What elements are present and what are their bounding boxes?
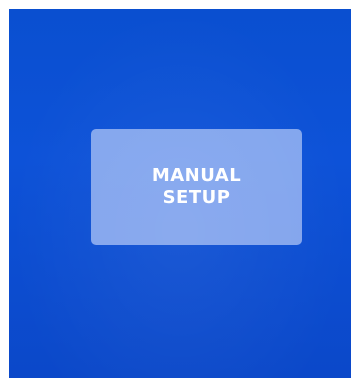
- manual-setup-label: MANUAL SETUP: [152, 165, 241, 209]
- manual-setup-button[interactable]: MANUAL SETUP: [91, 129, 302, 245]
- manual-setup-label-line2: SETUP: [162, 187, 231, 208]
- screen: MANUAL SETUP: [9, 9, 351, 378]
- manual-setup-label-line1: MANUAL: [151, 165, 242, 186]
- device-frame: MANUAL SETUP: [0, 0, 351, 378]
